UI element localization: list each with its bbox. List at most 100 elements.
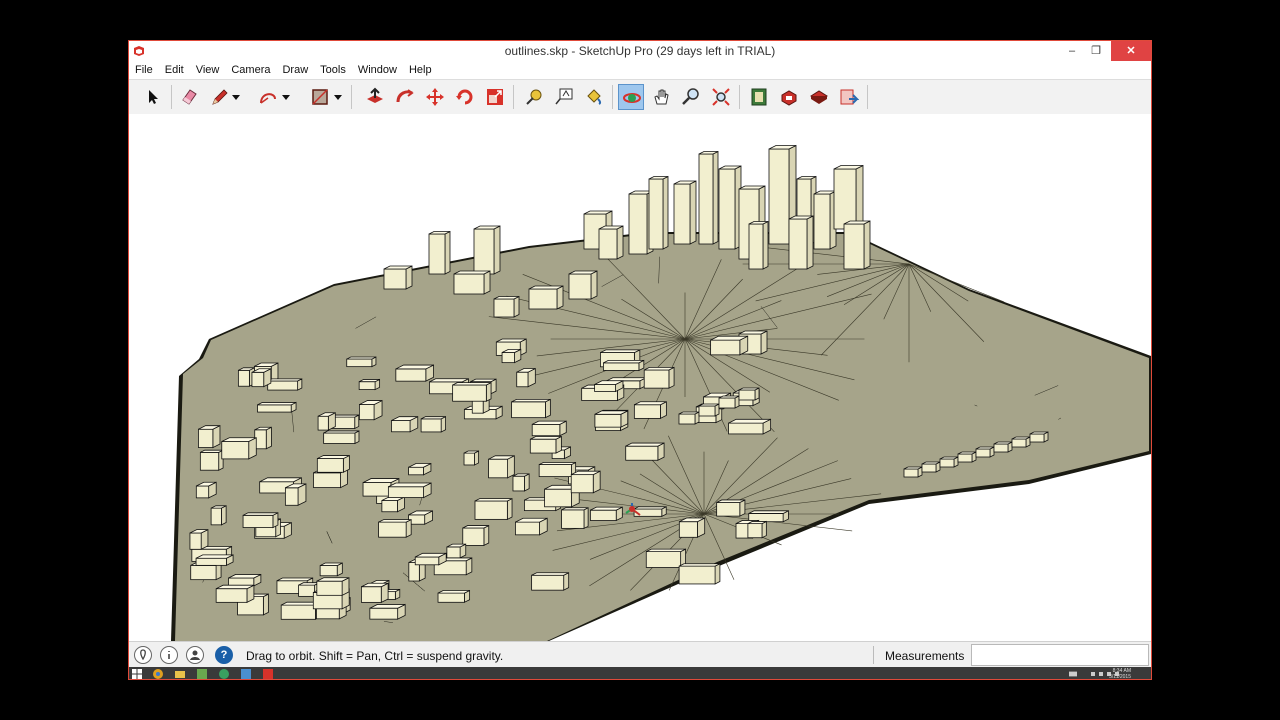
paint-bucket-tool-button[interactable] <box>581 84 607 110</box>
menu-edit[interactable]: Edit <box>159 61 190 77</box>
taskbar-clock[interactable]: 8:34 AM 3/11/2015 <box>1109 668 1131 679</box>
geo-location-icon[interactable] <box>134 646 152 664</box>
windows-start-icon[interactable] <box>132 669 142 679</box>
select-icon <box>149 90 158 104</box>
zoom-extents-tool-button[interactable] <box>708 84 734 110</box>
building <box>529 435 562 454</box>
building <box>391 416 419 433</box>
building <box>452 381 492 402</box>
push-pull-tool-button[interactable] <box>362 84 388 110</box>
close-button[interactable]: ✕ <box>1111 41 1151 61</box>
pencil-tool-button[interactable] <box>207 84 233 110</box>
rotate-tool-button[interactable] <box>452 84 478 110</box>
building <box>474 497 513 521</box>
menu-tools[interactable]: Tools <box>314 61 352 77</box>
building <box>698 403 720 417</box>
extension-warehouse-tool-button[interactable] <box>806 84 832 110</box>
eraser-tool-button[interactable] <box>176 84 202 110</box>
building <box>369 603 406 620</box>
title-bar: outlines.skp - SketchUp Pro (29 days lef… <box>129 41 1151 61</box>
building <box>323 430 360 445</box>
menu-camera[interactable]: Camera <box>225 61 276 77</box>
building <box>414 552 447 566</box>
restore-button[interactable]: ❐ <box>1081 41 1111 61</box>
chevron-down-icon <box>334 95 342 100</box>
building <box>511 398 551 419</box>
move-tool-button[interactable] <box>422 84 448 110</box>
menu-file[interactable]: File <box>129 61 159 77</box>
building <box>387 482 432 499</box>
text-tool-button[interactable] <box>551 84 577 110</box>
scale-tool-button[interactable] <box>482 84 508 110</box>
layout-tool-button[interactable] <box>836 84 862 110</box>
building <box>718 395 740 409</box>
model-viewport[interactable] <box>129 114 1151 641</box>
app-icon-blue[interactable] <box>241 669 251 679</box>
building <box>210 505 227 526</box>
building <box>359 399 383 421</box>
building <box>199 449 224 471</box>
instructor-help-icon[interactable]: ? <box>215 646 233 664</box>
building <box>501 348 522 364</box>
building <box>228 573 262 587</box>
measurements-input[interactable] <box>971 644 1149 666</box>
building <box>446 543 467 559</box>
menu-view[interactable]: View <box>190 61 226 77</box>
building <box>748 220 769 270</box>
sketchup-taskbar-icon[interactable] <box>263 669 273 679</box>
keyboard-tray-icon[interactable] <box>1069 669 1077 679</box>
warehouse-tool-button[interactable] <box>746 84 772 110</box>
building <box>531 572 570 591</box>
building <box>242 512 279 529</box>
zoom-icon <box>682 88 699 105</box>
rectangle-icon <box>312 89 328 105</box>
app-icon-green[interactable] <box>197 669 207 679</box>
building <box>921 461 941 473</box>
building <box>1029 431 1049 443</box>
tape-measure-tool-button[interactable] <box>521 84 547 110</box>
rectangle-tool-button[interactable] <box>307 84 333 110</box>
building <box>221 437 257 460</box>
menu-window[interactable]: Window <box>352 61 403 77</box>
building <box>598 225 624 260</box>
building <box>195 481 217 499</box>
select-tool-button[interactable] <box>139 84 165 110</box>
building <box>189 528 209 550</box>
toolbar-separator <box>739 85 740 109</box>
building <box>437 589 471 603</box>
pencil-dropdown[interactable] <box>231 84 243 110</box>
status-bar: ? Drag to orbit. Shift = Pan, Ctrl = sus… <box>129 641 1151 668</box>
arc-dropdown[interactable] <box>281 84 293 110</box>
city-terrain-model[interactable] <box>129 114 1151 641</box>
toolbar-separator <box>351 85 352 109</box>
chrome-icon[interactable] <box>153 669 163 679</box>
pan-tool-button[interactable] <box>648 84 674 110</box>
orbit-tool-button[interactable] <box>618 84 644 110</box>
menu-draw[interactable]: Draw <box>276 61 314 77</box>
zoom-tool-button[interactable] <box>678 84 704 110</box>
pencil-icon <box>212 89 228 105</box>
app-icon-globe[interactable] <box>219 669 229 679</box>
user-account-icon[interactable] <box>186 646 204 664</box>
arc-icon <box>260 93 276 104</box>
building <box>528 285 564 310</box>
building <box>378 518 412 538</box>
chevron-down-icon <box>232 95 240 100</box>
building <box>462 524 490 547</box>
building <box>493 295 520 318</box>
building <box>428 230 451 275</box>
file-explorer-icon[interactable] <box>175 669 185 679</box>
follow-me-tool-button[interactable] <box>392 84 418 110</box>
arc-tool-button[interactable] <box>255 84 281 110</box>
building <box>673 180 697 245</box>
building <box>515 517 548 536</box>
building <box>843 220 871 270</box>
extensions-tool-button[interactable] <box>776 84 802 110</box>
building <box>716 499 746 517</box>
building <box>678 563 721 585</box>
toolbar-separator <box>171 85 172 109</box>
rectangle-dropdown[interactable] <box>333 84 345 110</box>
building <box>408 510 433 525</box>
credits-icon[interactable] <box>160 646 178 664</box>
menu-help[interactable]: Help <box>403 61 438 77</box>
